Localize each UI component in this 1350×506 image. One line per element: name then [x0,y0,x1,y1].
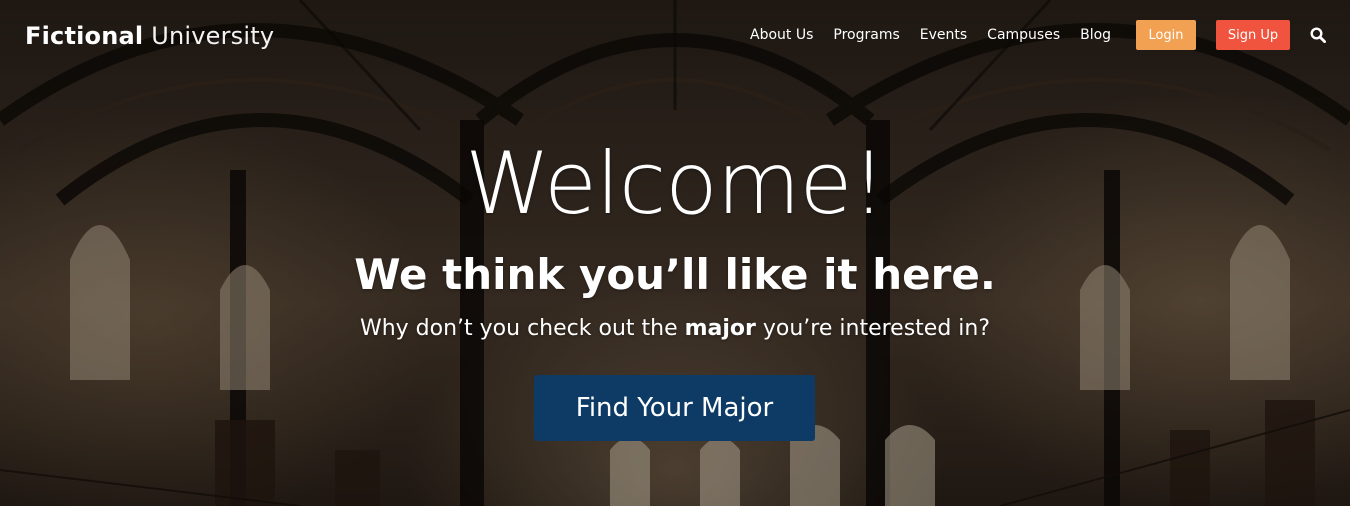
tagline-text-after: you’re interested in? [755,316,991,341]
hero-headline: Welcome! [465,134,886,234]
find-your-major-button[interactable]: Find Your Major [534,375,815,441]
hero-section: Welcome! We think you’ll like it here. W… [0,0,1350,506]
tagline-bold-major: major [684,316,756,341]
hero-subheadline: We think you’ll like it here. [354,250,996,299]
hero-tagline: Why don’t you check out the major you’re… [0,313,1350,345]
tagline-text-before: Why don’t you check out the [359,316,685,341]
